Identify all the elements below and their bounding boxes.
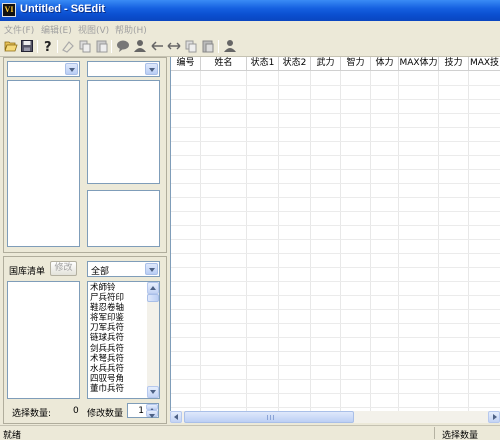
status-bar: 就绪 选择数量	[0, 425, 500, 440]
arrow-left-icon[interactable]	[150, 39, 164, 53]
warehouse-label: 国库清单	[9, 267, 46, 277]
detail-box[interactable]	[87, 190, 160, 247]
right-list[interactable]	[87, 80, 160, 184]
column-header[interactable]: MAX体力	[399, 57, 439, 71]
eye-icon[interactable]	[61, 39, 75, 53]
list-item[interactable]: 尸兵符印	[90, 293, 124, 303]
modify-count-value[interactable]: 1	[138, 406, 144, 416]
data-grid[interactable]: 编号 姓名 状态1 状态2 武力 智力 体力 MAX体力 技力 MAX技	[170, 57, 500, 423]
status-text: 就绪	[3, 431, 22, 440]
arrow-both-icon[interactable]	[167, 39, 181, 53]
list-item[interactable]: 剑兵兵符	[90, 344, 124, 354]
modify-count-spinner[interactable]: 1	[127, 403, 159, 418]
spin-down-icon[interactable]	[146, 410, 158, 418]
left-list[interactable]	[7, 80, 80, 247]
column-header[interactable]: 编号	[171, 57, 201, 71]
column-header[interactable]: 技力	[439, 57, 469, 71]
menu-edit[interactable]: 编辑(E)	[41, 23, 72, 36]
column-header[interactable]: 姓名	[201, 57, 247, 71]
edit-button[interactable]: 修改	[50, 261, 77, 276]
menu-help[interactable]: 帮助(H)	[115, 23, 147, 36]
title-bar[interactable]: VI Untitled - S6Edit	[0, 0, 500, 21]
hscroll-thumb[interactable]	[184, 411, 354, 423]
paste-icon[interactable]	[95, 39, 109, 53]
scroll-left-icon[interactable]	[170, 411, 182, 423]
save-icon[interactable]	[20, 39, 34, 53]
status-selected-count: 选择数量	[442, 431, 479, 440]
copy2-icon[interactable]	[184, 39, 198, 53]
list-item[interactable]: 四驭号角	[90, 374, 124, 384]
list-item[interactable]: 术師铃	[90, 283, 124, 293]
comment-icon[interactable]	[116, 39, 130, 53]
list-item[interactable]: 将军印鉴	[90, 313, 124, 323]
combo-2[interactable]	[87, 61, 160, 77]
menu-bar: 文件(F) 编辑(E) 视图(V) 帮助(H)	[0, 21, 500, 36]
app-icon: VI	[2, 3, 16, 17]
chevron-down-icon[interactable]	[145, 263, 158, 275]
menu-file[interactable]: 文件(F)	[4, 23, 34, 36]
svg-text:?: ?	[44, 40, 52, 53]
grid-hscrollbar[interactable]	[170, 411, 500, 423]
column-header[interactable]: 智力	[341, 57, 371, 71]
help-icon[interactable]: ?	[41, 39, 55, 53]
menu-view[interactable]: 视图(V)	[78, 23, 109, 36]
list-item[interactable]: 术弩兵符	[90, 354, 124, 364]
combo-1[interactable]	[7, 61, 80, 77]
scroll-up-icon[interactable]	[147, 282, 159, 294]
warehouse-list-left[interactable]	[7, 281, 80, 399]
list-item[interactable]: 鞋忍卷轴	[90, 303, 124, 313]
list-item[interactable]: 水兵兵符	[90, 364, 124, 374]
open-icon[interactable]	[4, 39, 18, 53]
scroll-right-icon[interactable]	[488, 411, 500, 423]
list-item[interactable]: 刀军兵符	[90, 323, 124, 333]
modify-count-label: 修改数量	[87, 409, 124, 419]
person2-icon[interactable]	[223, 39, 237, 53]
column-header[interactable]: 状态1	[247, 57, 279, 71]
list-item[interactable]: 董巾兵符	[90, 384, 124, 394]
item-list-scrollbar[interactable]	[147, 282, 159, 398]
column-header[interactable]: MAX技	[469, 57, 500, 71]
chevron-down-icon[interactable]	[65, 63, 78, 75]
selected-count-value: 0	[73, 406, 79, 416]
person-icon[interactable]	[133, 39, 147, 53]
window-title: Untitled - S6Edit	[20, 3, 105, 15]
column-header[interactable]: 武力	[311, 57, 341, 71]
item-list[interactable]: 术師铃 尸兵符印 鞋忍卷轴 将军印鉴 刀军兵符 链球兵符 剑兵兵符 术弩兵符 水兵兵符 四驭号角董…	[87, 281, 160, 399]
column-header[interactable]: 体力	[371, 57, 399, 71]
paste2-icon[interactable]	[201, 39, 215, 53]
scroll-down-icon[interactable]	[147, 386, 159, 398]
copy-icon[interactable]	[78, 39, 92, 53]
toolbar: ?	[0, 36, 500, 57]
chevron-down-icon[interactable]	[145, 63, 158, 75]
column-header[interactable]: 状态2	[279, 57, 311, 71]
selected-count-label: 选择数量:	[12, 409, 52, 419]
list-item[interactable]: 链球兵符	[90, 333, 124, 343]
scroll-thumb[interactable]	[147, 294, 159, 302]
filter-combo[interactable]: 全部	[87, 261, 160, 277]
